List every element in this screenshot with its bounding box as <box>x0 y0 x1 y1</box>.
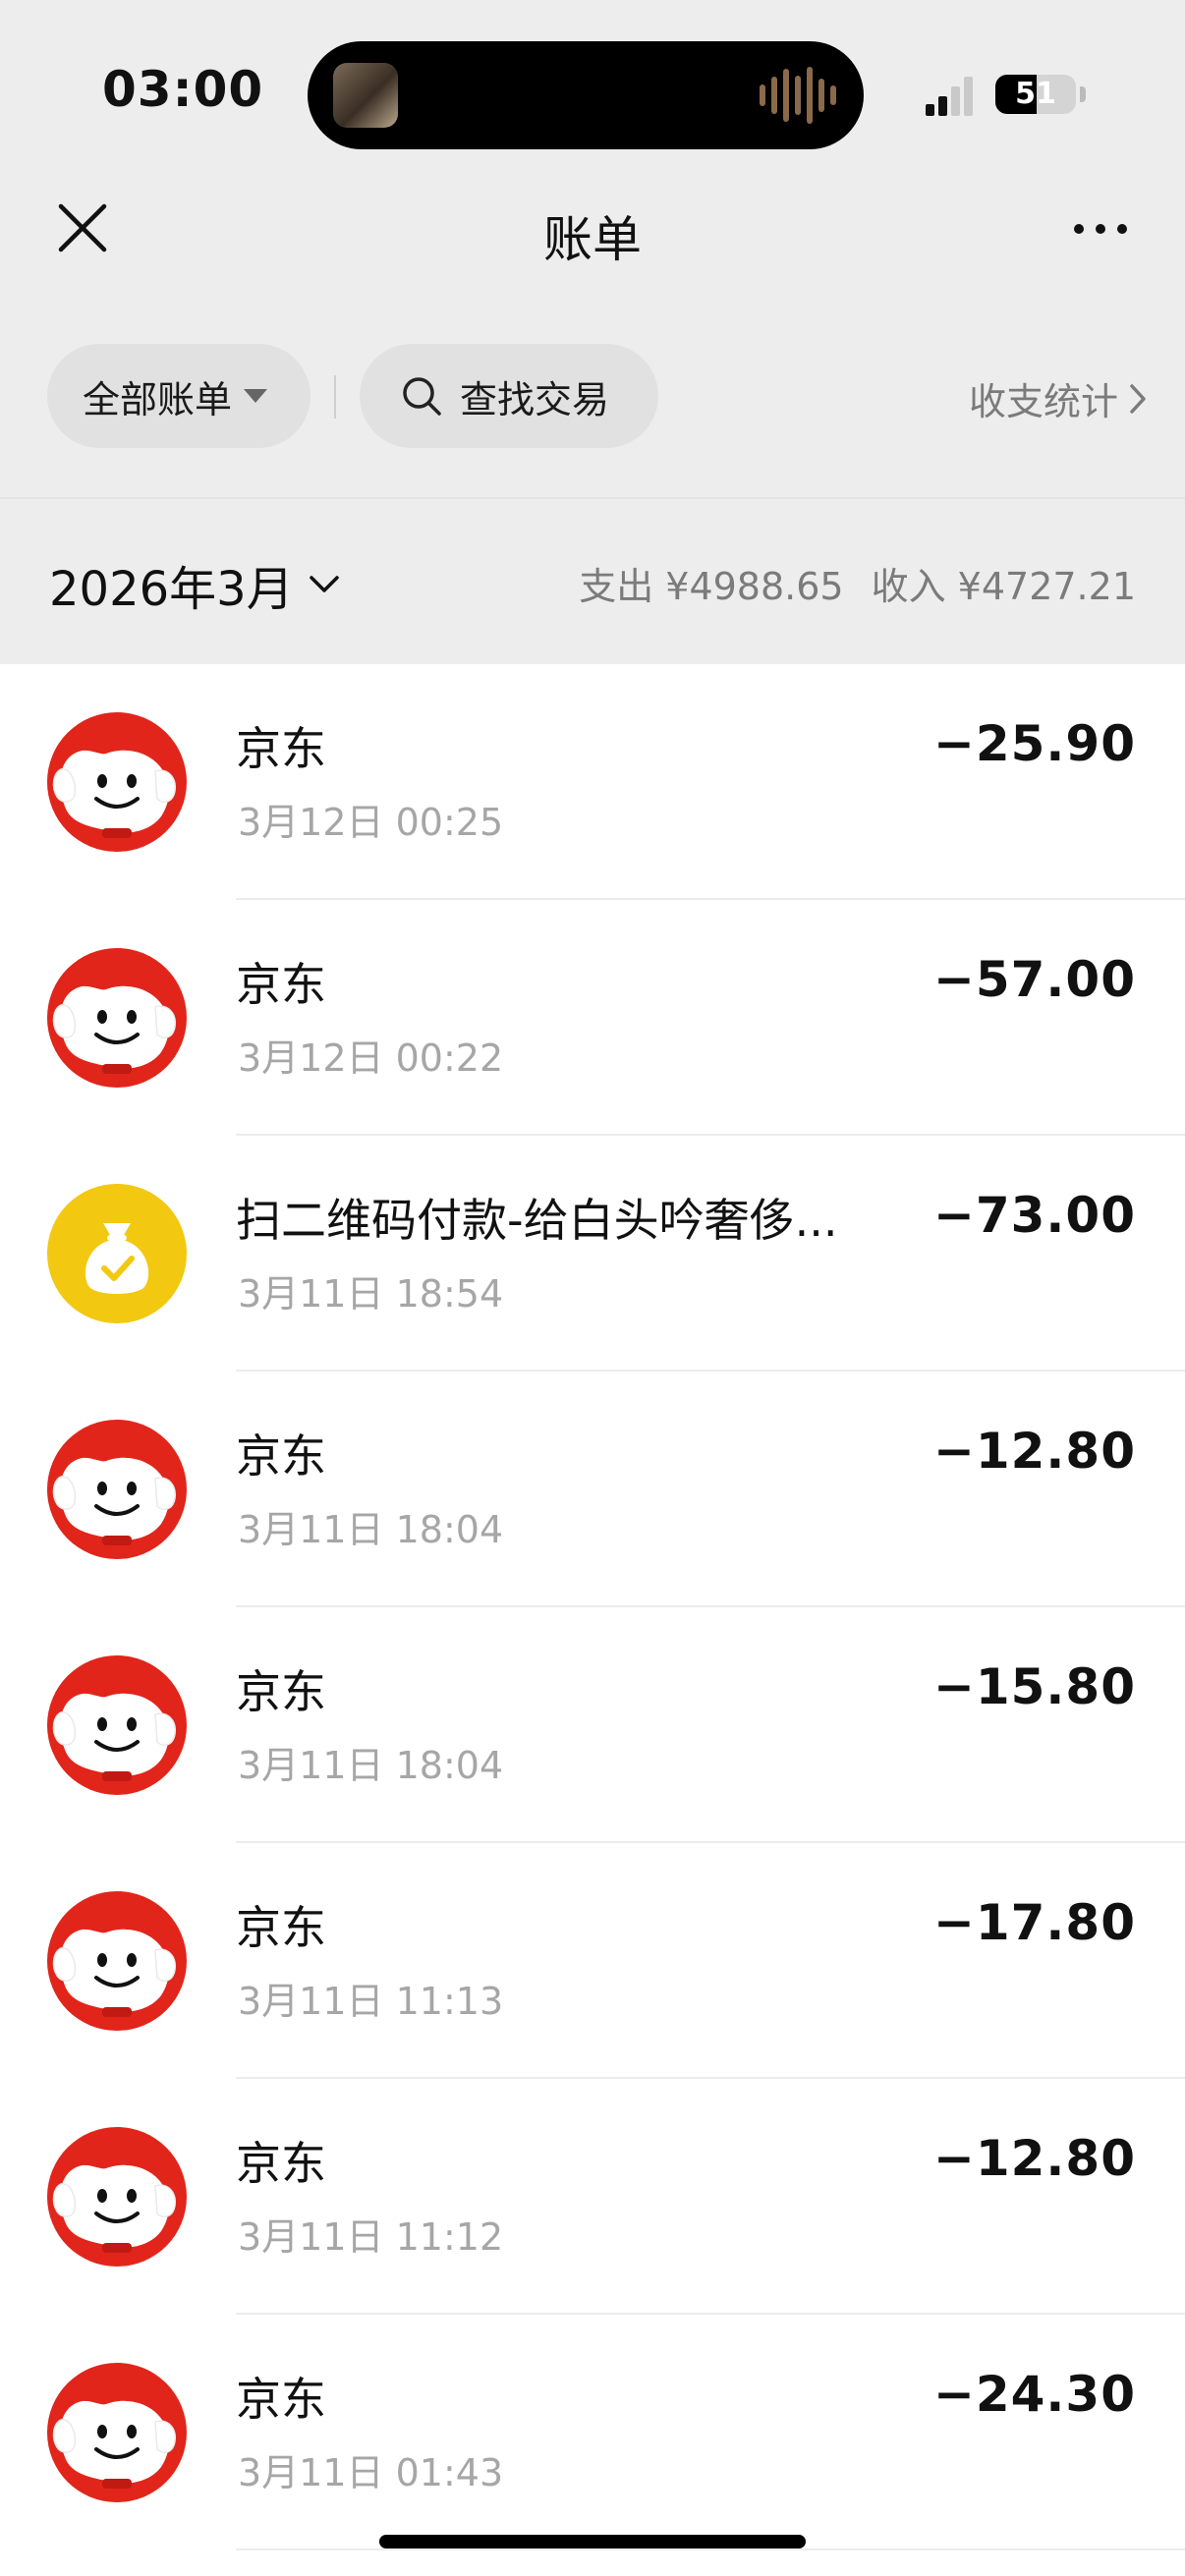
jd-dog-icon <box>47 1891 187 2031</box>
transaction-row[interactable]: 京东 3月12日 00:25 −25.90 <box>0 664 1185 900</box>
all-bills-filter[interactable]: 全部账单 <box>47 344 310 448</box>
expense-total: 支出 ¥4988.65 <box>579 565 844 608</box>
battery-icon: 51 <box>995 75 1076 114</box>
transaction-amount: −73.00 <box>932 1187 1136 1244</box>
jd-dog-icon <box>47 2363 187 2502</box>
transaction-row[interactable]: 京东 3月11日 11:13 −17.80 <box>0 1843 1185 2079</box>
transaction-amount: −12.80 <box>932 1423 1136 1480</box>
transaction-row[interactable]: 京东 3月11日 18:04 −12.80 <box>0 1372 1185 1607</box>
merchant-name: 京东 <box>236 2373 326 2426</box>
transaction-row[interactable]: 京东 3月11日 18:04 −15.80 <box>0 1607 1185 1843</box>
audio-wave-icon <box>760 66 836 125</box>
header-area: 03:00 51 账单 全部账单 查找交易 收支统计 2026年3月 支出 ¥4… <box>0 0 1185 664</box>
month-selector[interactable]: 2026年3月 <box>49 550 341 619</box>
transaction-time: 3月11日 18:54 <box>238 1272 504 1316</box>
all-bills-label: 全部账单 <box>83 377 233 421</box>
transaction-row[interactable]: 京东 3月11日 11:12 −12.80 <box>0 2079 1185 2315</box>
transaction-amount: −17.80 <box>932 1894 1136 1951</box>
transaction-amount: −12.80 <box>932 2130 1136 2187</box>
search-label: 查找交易 <box>460 377 610 421</box>
transaction-time: 3月11日 18:04 <box>238 1744 504 1787</box>
search-transactions-button[interactable]: 查找交易 <box>360 344 658 448</box>
transaction-time: 3月11日 01:43 <box>238 2451 504 2494</box>
transaction-row[interactable]: 京东 3月12日 00:22 −57.00 <box>0 900 1185 1136</box>
merchant-name: 京东 <box>236 722 326 775</box>
merchant-name: 京东 <box>236 1429 326 1483</box>
battery-cap <box>1080 86 1086 102</box>
page-title: 账单 <box>543 211 642 268</box>
transaction-list: 京东 3月12日 00:25 −25.90 京东 3月12日 00:22 −57.00 … <box>0 664 1185 2550</box>
transaction-row[interactable]: 扫二维码付款-给白头吟奢侈... 3月11日 18:54 −73.00 <box>0 1136 1185 1372</box>
home-indicator[interactable] <box>379 2535 806 2548</box>
more-icon[interactable] <box>1071 214 1130 244</box>
transaction-time: 3月11日 18:04 <box>238 1508 504 1551</box>
dropdown-caret-icon <box>244 389 268 403</box>
income-expense-stats-link[interactable]: 收支统计 <box>969 371 1148 425</box>
search-icon <box>403 377 441 416</box>
income-total: 收入 ¥4727.21 <box>871 565 1136 608</box>
transaction-amount: −57.00 <box>932 951 1136 1008</box>
transaction-amount: −25.90 <box>932 715 1136 772</box>
status-bar: 03:00 51 <box>0 0 1185 177</box>
transaction-time: 3月12日 00:22 <box>238 1036 504 1080</box>
filter-divider <box>334 375 336 419</box>
transaction-row[interactable]: 京东 3月11日 01:43 −24.30 <box>0 2315 1185 2550</box>
transaction-time: 3月12日 00:25 <box>238 801 504 844</box>
chevron-right-icon <box>1130 383 1146 414</box>
transaction-time: 3月11日 11:12 <box>238 2215 504 2259</box>
now-playing-thumbnail <box>333 63 398 128</box>
month-summary: 支出 ¥4988.65 收入 ¥4727.21 <box>579 556 1136 610</box>
transaction-time: 3月11日 11:13 <box>238 1980 504 2023</box>
chevron-down-icon <box>309 576 339 592</box>
merchant-name: 京东 <box>236 2137 326 2190</box>
section-separator <box>0 497 1185 499</box>
month-label: 2026年3月 <box>49 562 294 617</box>
stats-label: 收支统计 <box>968 380 1118 423</box>
status-time: 03:00 <box>102 61 264 118</box>
battery-percent: 51 <box>1015 77 1056 111</box>
row-divider <box>236 2548 1185 2550</box>
cellular-signal-icon <box>926 77 973 116</box>
money-bag-icon <box>47 1184 187 1323</box>
dynamic-island[interactable] <box>308 41 864 149</box>
transaction-amount: −15.80 <box>932 1658 1136 1715</box>
merchant-name: 扫二维码付款-给白头吟奢侈... <box>236 1194 838 1247</box>
jd-dog-icon <box>47 1655 187 1795</box>
merchant-name: 京东 <box>236 1901 326 1954</box>
merchant-name: 京东 <box>236 958 326 1011</box>
jd-dog-icon <box>47 2127 187 2267</box>
merchant-name: 京东 <box>236 1665 326 1718</box>
jd-dog-icon <box>47 1420 187 1559</box>
jd-dog-icon <box>47 712 187 852</box>
transaction-amount: −24.30 <box>932 2366 1136 2423</box>
jd-dog-icon <box>47 948 187 1088</box>
